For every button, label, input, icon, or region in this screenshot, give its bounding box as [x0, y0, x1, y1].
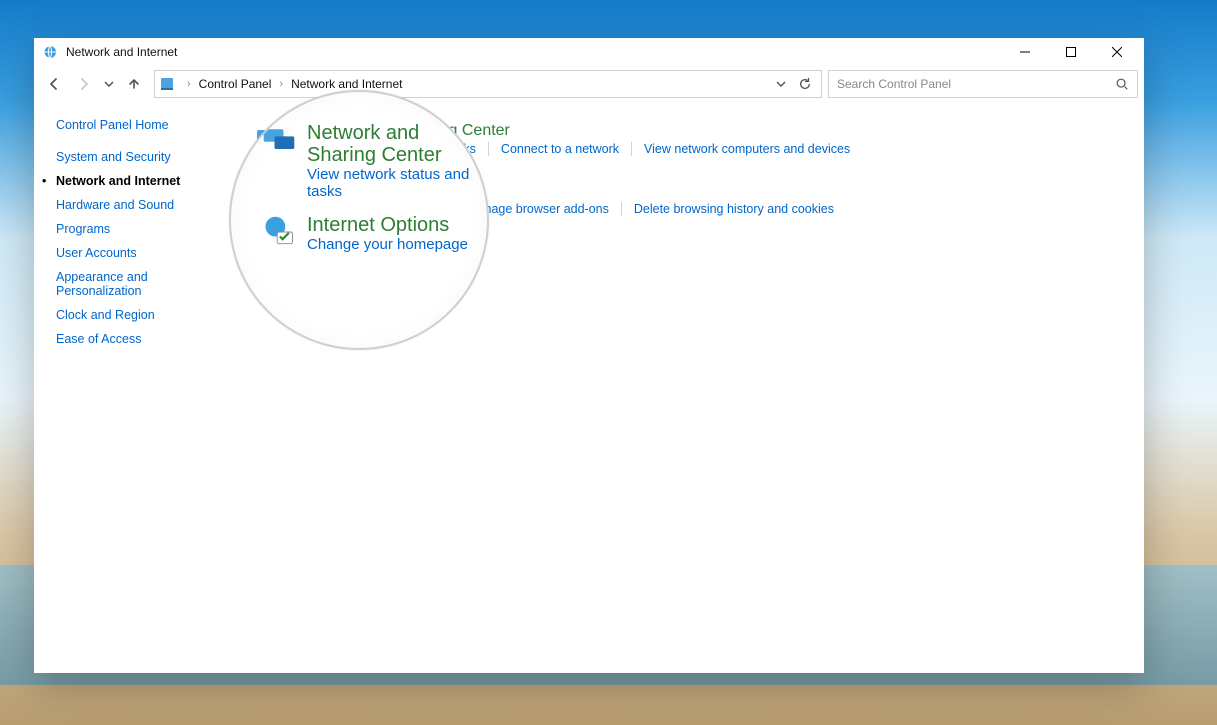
- recent-locations-dropdown[interactable]: [100, 70, 118, 98]
- chevron-right-icon: ›: [187, 78, 191, 90]
- sidebar-item-user-accounts: User Accounts: [56, 246, 214, 260]
- sidebar-item-ease-of-access: Ease of Access: [56, 332, 214, 346]
- task-connect-to-network[interactable]: Connect to a network: [488, 142, 631, 156]
- window-title: Network and Internet: [66, 45, 177, 59]
- sidebar-item-programs: Programs: [56, 222, 214, 236]
- magnified-subtitle: Change your homepage: [307, 236, 468, 253]
- up-button[interactable]: [120, 70, 148, 98]
- search-box[interactable]: [828, 70, 1138, 98]
- magnifier-overlay: Network and Sharing Center View network …: [229, 90, 489, 350]
- control-panel-window: Network and Internet › Co: [34, 38, 1144, 673]
- close-button[interactable]: [1094, 38, 1140, 66]
- magnified-title: Internet Options: [307, 214, 468, 236]
- sidebar: Control Panel Home System and Security N…: [34, 102, 224, 673]
- minimize-button[interactable]: [1002, 38, 1048, 66]
- title-bar: Network and Internet: [34, 38, 1144, 66]
- control-panel-icon: [159, 76, 175, 92]
- control-panel-home-link[interactable]: Control Panel Home: [56, 118, 214, 132]
- sidebar-item-hardware-sound: Hardware and Sound: [56, 198, 214, 212]
- magnified-subtitle: View network status and tasks: [307, 166, 477, 200]
- network-sharing-icon: [261, 122, 297, 158]
- address-dropdown[interactable]: [769, 72, 793, 96]
- network-icon: [42, 44, 58, 60]
- back-button[interactable]: [40, 70, 68, 98]
- sidebar-item-network-internet: Network and Internet: [56, 174, 214, 188]
- maximize-button[interactable]: [1048, 38, 1094, 66]
- chevron-right-icon: ›: [279, 78, 283, 90]
- task-view-network-computers[interactable]: View network computers and devices: [631, 142, 862, 156]
- magnified-title: Network and Sharing Center: [307, 122, 477, 166]
- search-icon[interactable]: [1115, 77, 1129, 91]
- task-delete-history[interactable]: Delete browsing history and cookies: [621, 202, 846, 216]
- internet-options-icon: [261, 214, 297, 250]
- forward-button[interactable]: [70, 70, 98, 98]
- refresh-button[interactable]: [793, 72, 817, 96]
- sidebar-item-system-security: System and Security: [56, 150, 214, 164]
- breadcrumb-control-panel[interactable]: Control Panel: [197, 75, 274, 93]
- search-input[interactable]: [837, 77, 1115, 91]
- sidebar-item-clock-region: Clock and Region: [56, 308, 214, 322]
- window-body: Control Panel Home System and Security N…: [34, 102, 1144, 673]
- address-bar[interactable]: › Control Panel › Network and Internet: [154, 70, 822, 98]
- nav-row: › Control Panel › Network and Internet: [34, 66, 1144, 102]
- sidebar-item-appearance: Appearance and Personalization: [56, 270, 214, 298]
